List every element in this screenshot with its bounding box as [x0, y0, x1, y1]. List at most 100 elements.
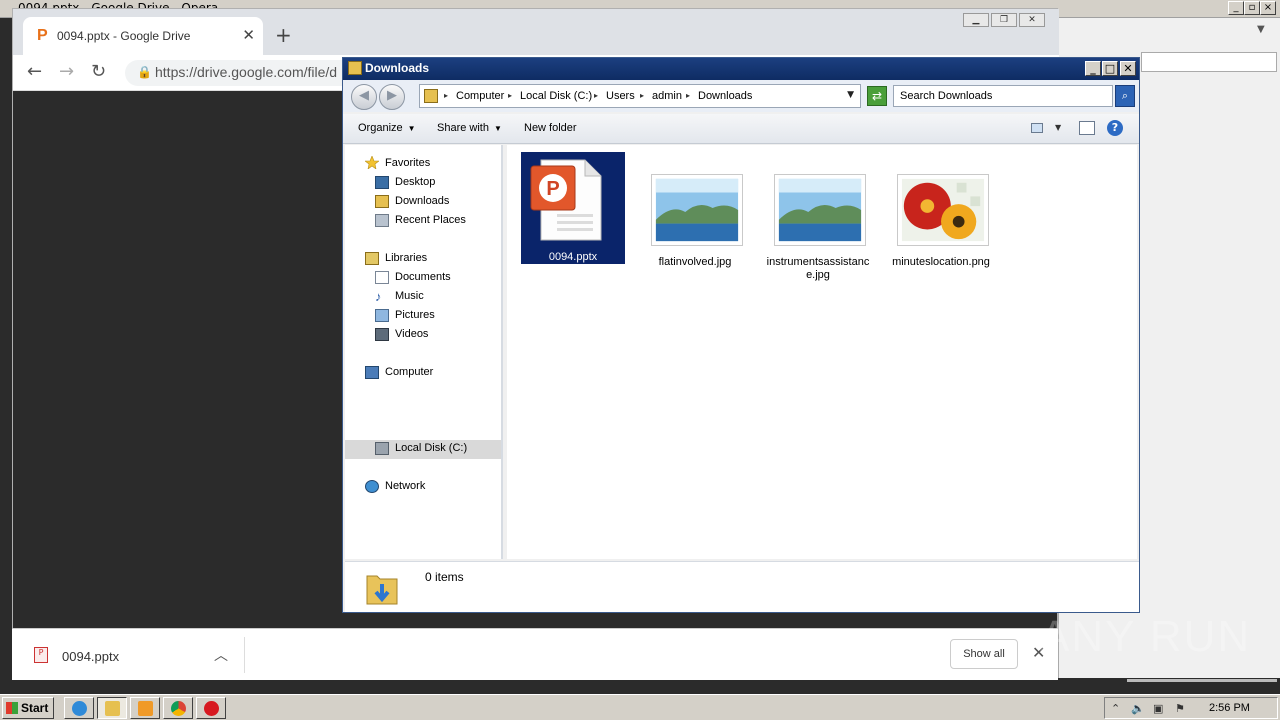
download-shelf: P 0094.pptx ︿ Show all ✕ [12, 628, 1058, 680]
internet-explorer-task[interactable] [64, 697, 94, 719]
file-name: flatinvolved.jpg [658, 256, 732, 268]
opera-task[interactable] [196, 697, 226, 719]
file-name: instrumentsassistance.jpg [766, 256, 870, 281]
search-placeholder: Search Downloads [900, 90, 993, 102]
background-input[interactable] [1141, 52, 1277, 72]
browser-close-button[interactable]: ✕ [1019, 13, 1045, 27]
chevron-right-icon[interactable]: ▸ [444, 91, 448, 100]
tab-close-icon[interactable]: ✕ [242, 26, 255, 44]
chevron-down-icon[interactable]: ▼ [1257, 24, 1265, 35]
browser-minimize-button[interactable]: ▁ [963, 13, 989, 27]
file-item[interactable]: P 0094.pptx [521, 152, 625, 264]
forward-icon[interactable]: ▶ [379, 84, 405, 110]
media-player-task[interactable] [130, 697, 160, 719]
watermark-logo: ANY RUN [1040, 612, 1252, 661]
minimize-button[interactable]: _ [1228, 1, 1244, 15]
start-button[interactable]: Start [2, 697, 54, 719]
nav-network[interactable]: Network [385, 480, 425, 492]
chevron-right-icon[interactable]: ▸ [508, 91, 512, 100]
url-text: https://drive.google.com/file/d [155, 64, 338, 80]
breadcrumb-users[interactable]: Users [606, 90, 635, 102]
back-icon[interactable]: ← [27, 61, 42, 82]
file-item[interactable]: flatinvolved.jpg [643, 152, 747, 268]
search-input[interactable]: Search Downloads [893, 85, 1113, 107]
show-all-button[interactable]: Show all [950, 639, 1018, 669]
breadcrumb-downloads[interactable]: Downloads [698, 90, 752, 102]
refresh-icon[interactable]: ⇄ [867, 86, 887, 106]
tray-expand-icon[interactable]: ⌃ [1111, 702, 1120, 715]
start-label: Start [21, 701, 49, 715]
explorer-task[interactable] [97, 697, 127, 719]
chevron-down-icon[interactable]: ▼ [1055, 123, 1061, 132]
browser-tab[interactable]: P 0094.pptx - Google Drive ✕ [23, 17, 263, 55]
file-item[interactable]: instrumentsassistance.jpg [766, 152, 870, 281]
help-icon[interactable]: ? [1107, 120, 1123, 136]
system-tray: ⌃ 🔈 ▣ ⚑ 2:56 PM [1104, 697, 1278, 719]
network-tray-icon[interactable]: ▣ [1153, 702, 1163, 715]
download-item-name[interactable]: 0094.pptx [62, 649, 119, 664]
forward-icon[interactable]: → [59, 61, 74, 82]
chevron-right-icon[interactable]: ▸ [640, 91, 644, 100]
close-button[interactable]: ✕ [1120, 61, 1136, 76]
breadcrumb-local-disk[interactable]: Local Disk (C:) [520, 90, 592, 102]
explorer-titlebar: Downloads _ □ ✕ [343, 58, 1139, 80]
nav-local-disk[interactable]: Local Disk (C:) [395, 442, 467, 454]
share-with-button[interactable]: Share with ▼ [437, 122, 502, 134]
computer-icon [365, 366, 379, 379]
nav-libraries[interactable]: Libraries [385, 252, 427, 264]
downloads-folder-icon [366, 575, 398, 605]
chrome-task[interactable] [163, 697, 193, 719]
tab-title: 0094.pptx - Google Drive [57, 29, 191, 43]
nav-desktop[interactable]: Desktop [395, 176, 435, 188]
chevron-right-icon[interactable]: ▸ [594, 91, 598, 100]
star-icon [365, 156, 379, 169]
explorer-window: Downloads _ □ ✕ ◀ ▶ ▸ Computer ▸ Local D… [342, 57, 1140, 613]
landscape-image-icon [774, 174, 866, 246]
back-icon[interactable]: ◀ [351, 84, 377, 110]
chevron-up-icon[interactable]: ︿ [214, 645, 228, 665]
new-folder-button[interactable]: New folder [524, 122, 577, 134]
nav-favorites[interactable]: Favorites [385, 157, 430, 169]
nav-downloads[interactable]: Downloads [395, 195, 449, 207]
media-player-icon [138, 701, 153, 716]
zoom-slider[interactable] [1127, 679, 1277, 682]
chevron-down-icon[interactable]: ▼ [847, 90, 854, 100]
nav-music[interactable]: Music [395, 290, 424, 302]
nav-pictures[interactable]: Pictures [395, 309, 435, 321]
videos-icon [375, 328, 389, 341]
address-bar[interactable]: ▸ Computer ▸ Local Disk (C:) ▸ Users ▸ a… [419, 84, 861, 108]
clock[interactable]: 2:56 PM [1209, 702, 1250, 714]
chrome-icon [171, 701, 186, 716]
file-item[interactable]: minuteslocation.png [889, 152, 993, 268]
action-center-flag-icon[interactable]: ⚑ [1175, 702, 1185, 715]
recent-places-icon [375, 214, 389, 227]
libraries-icon [365, 252, 379, 265]
browser-restore-button[interactable]: ❐ [991, 13, 1017, 27]
breadcrumb-admin[interactable]: admin [652, 90, 682, 102]
minimize-button[interactable]: _ [1085, 61, 1101, 76]
ie-icon [72, 701, 87, 716]
folder-icon [424, 89, 438, 103]
search-icon[interactable]: ⌕ [1115, 85, 1135, 107]
close-button[interactable]: × [1260, 1, 1276, 15]
restore-button[interactable]: ▫ [1244, 1, 1260, 15]
command-bar: Organize ▼ Share with ▼ New folder ▼ ? [343, 114, 1139, 144]
new-tab-button[interactable]: + [275, 23, 292, 47]
view-icon[interactable] [1031, 123, 1043, 133]
windows-logo-icon [6, 702, 18, 714]
volume-icon[interactable]: 🔈 [1131, 702, 1145, 715]
maximize-button[interactable]: □ [1102, 61, 1118, 76]
organize-button[interactable]: Organize ▼ [358, 122, 416, 134]
pptx-file-icon: P [530, 159, 602, 241]
nav-recent-places[interactable]: Recent Places [395, 214, 466, 226]
slides-icon: P [37, 27, 48, 44]
reload-icon[interactable]: ↻ [91, 61, 106, 82]
nav-documents[interactable]: Documents [395, 271, 451, 283]
chevron-right-icon[interactable]: ▸ [686, 91, 690, 100]
flower-image-icon [897, 174, 989, 246]
preview-pane-icon[interactable] [1079, 121, 1095, 135]
nav-computer[interactable]: Computer [385, 366, 433, 378]
nav-videos[interactable]: Videos [395, 328, 428, 340]
file-name: minuteslocation.png [892, 256, 990, 268]
breadcrumb-computer[interactable]: Computer [456, 90, 504, 102]
